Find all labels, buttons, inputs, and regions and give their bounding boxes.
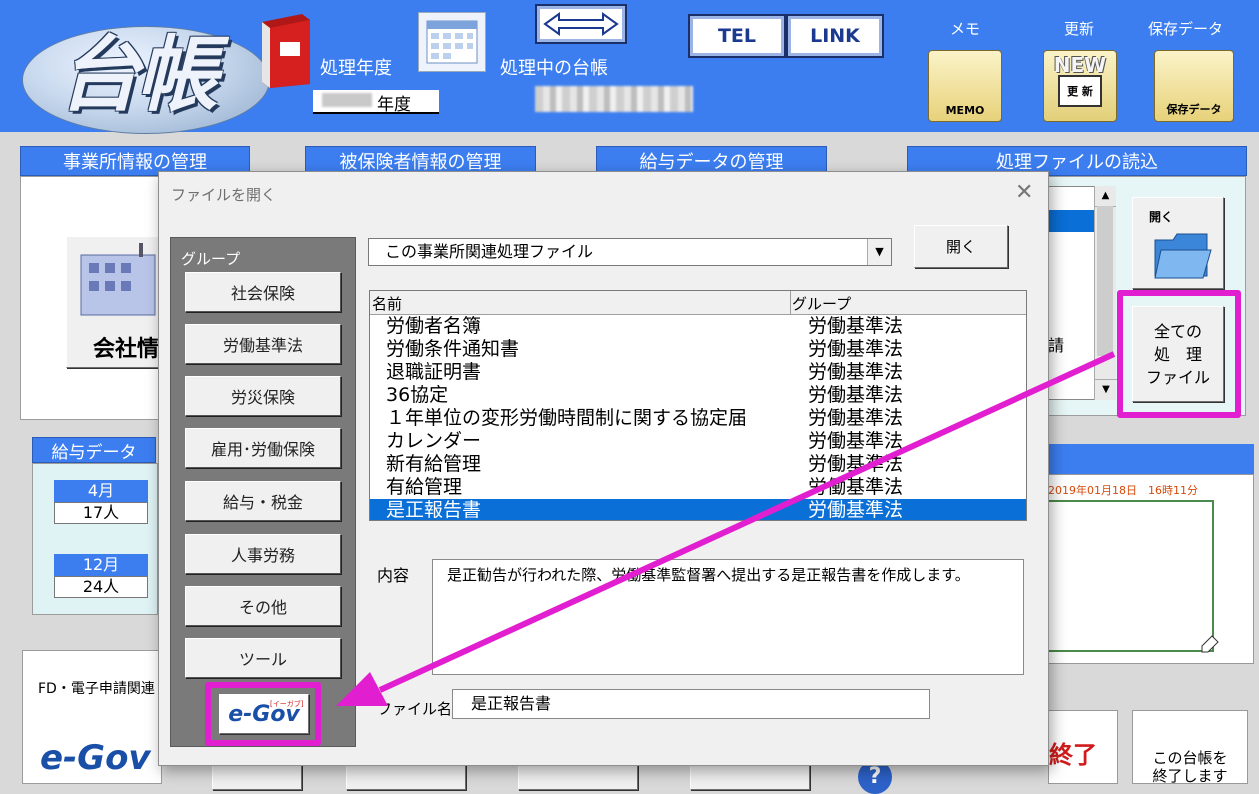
annotation-arrow-icon <box>336 351 1116 706</box>
